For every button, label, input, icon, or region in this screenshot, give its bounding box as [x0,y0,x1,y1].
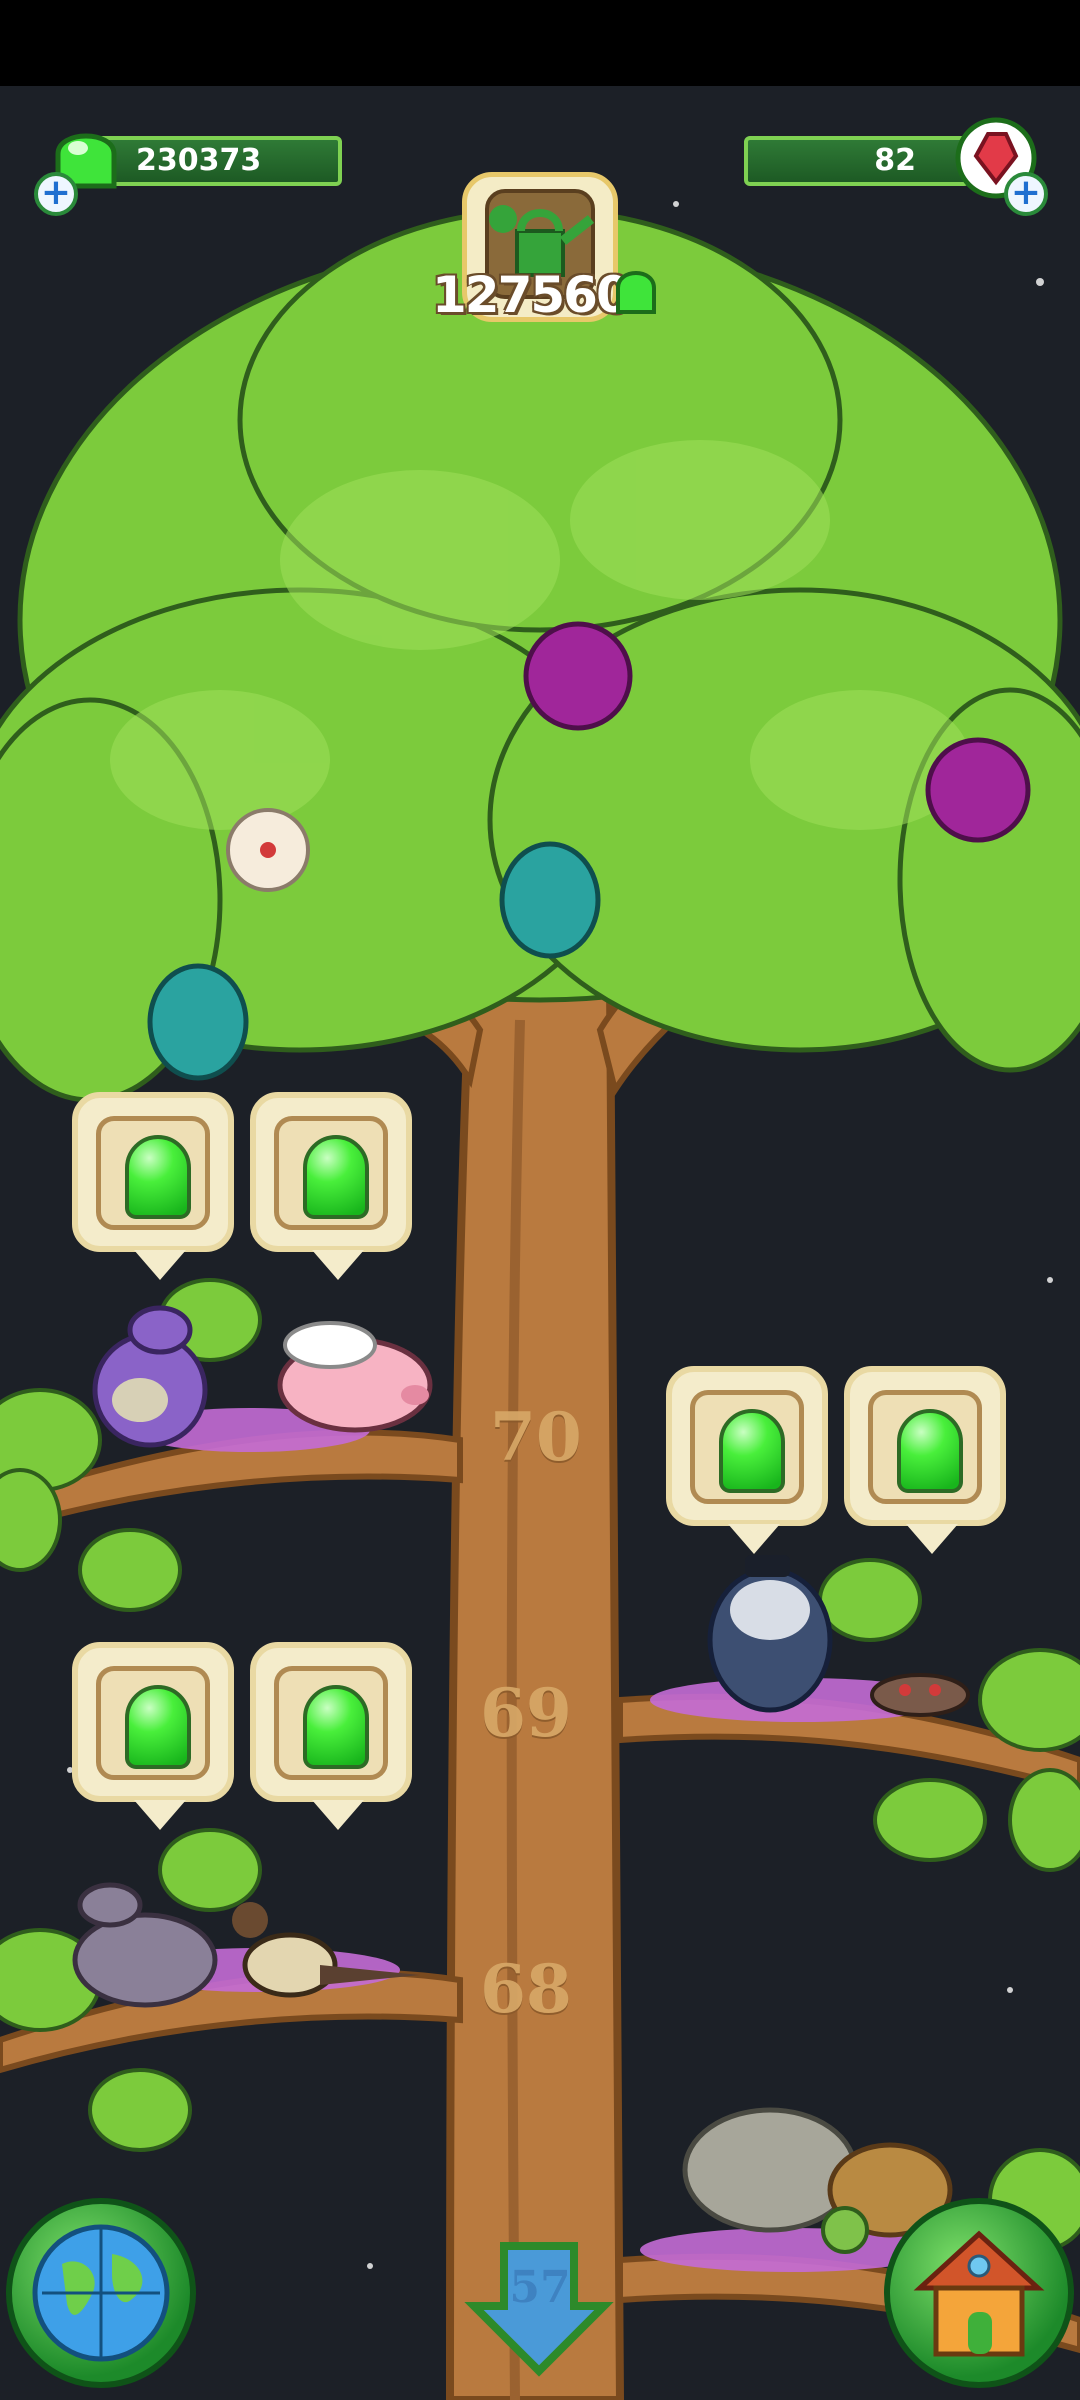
gems-count: 230373 [136,143,262,178]
creature-moth[interactable] [870,1673,970,1717]
level-number: 68 [480,1950,572,2028]
green-gem-icon [125,1685,191,1769]
house-icon [913,2230,1045,2357]
creature-purple-dino[interactable] [92,1305,208,1448]
level-number: 69 [480,1674,572,1752]
gem-reward-bubble[interactable] [72,1642,234,1830]
gems-bar: 230373 [92,136,342,186]
creature-winged-pig[interactable] [277,1321,433,1433]
gem-reward-bubble[interactable] [250,1092,412,1280]
add-crystals-button[interactable]: + [1004,172,1048,216]
watering-total: 127560 [432,266,631,324]
gem-reward-bubble[interactable] [250,1642,412,1830]
game-scene: 230373 + 82 + 127560 70 69 68 57 [0,86,1080,2400]
green-gem-icon [303,1135,369,1219]
green-gem-icon [303,1685,369,1769]
small-gem-icon [616,271,656,314]
map-button[interactable] [6,2198,196,2388]
gem-reward-bubble[interactable] [72,1092,234,1280]
green-gem-icon [125,1135,191,1219]
globe-icon [32,2224,170,2362]
status-bar [0,0,1080,86]
home-button[interactable] [884,2198,1074,2388]
level-number: 70 [490,1398,582,1476]
green-gem-icon [719,1409,785,1493]
gem-reward-bubble[interactable] [844,1366,1006,1554]
crystals-bar: 82 [744,136,970,186]
crystals-count: 82 [874,143,916,178]
gem-reward-bubble[interactable] [666,1366,828,1554]
down-arrow-level: 57 [509,2262,571,2313]
creature-walrus[interactable] [707,1555,833,1713]
green-gem-icon [897,1409,963,1493]
add-gems-button[interactable]: + [34,172,78,216]
